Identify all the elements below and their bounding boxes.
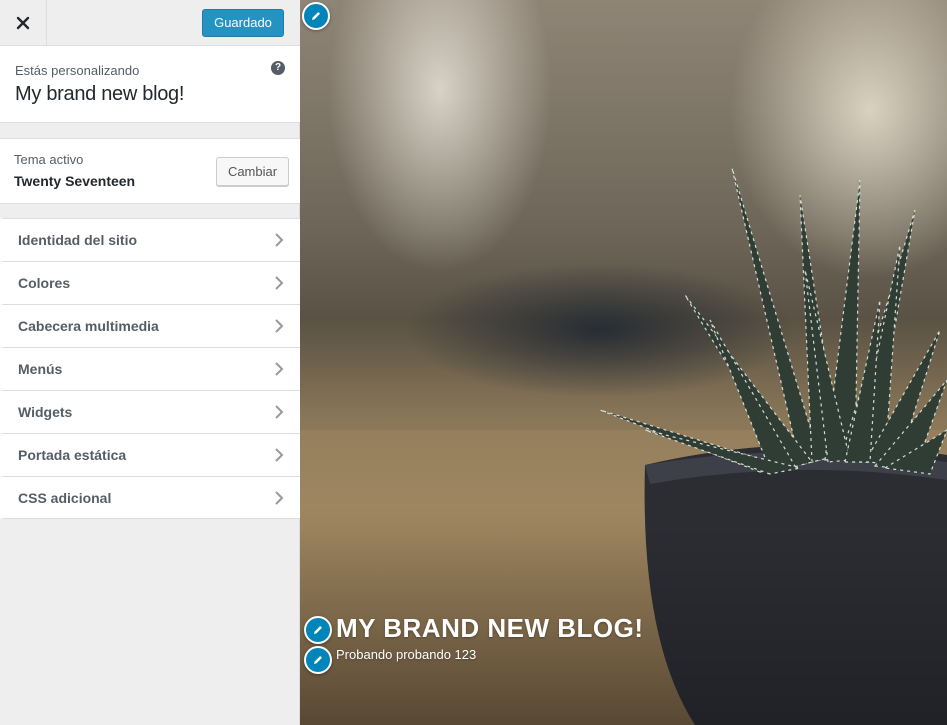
chevron-right-icon [275,233,284,247]
active-theme-label: Tema activo [14,152,84,167]
customizing-label: Estás personalizando [15,63,140,78]
section-label: Colores [18,275,71,291]
site-title[interactable]: MY BRAND NEW BLOG! [336,613,644,644]
edit-menu-shortcut[interactable] [302,2,330,30]
help-icon[interactable]: ? [271,61,285,75]
edit-tagline-shortcut[interactable] [304,646,332,674]
section-widgets[interactable]: Widgets [0,390,300,433]
customizer-sections: Identidad del sitio Colores Cabecera mul… [0,218,300,519]
section-label: Widgets [18,404,73,420]
section-label: Portada estática [18,447,127,463]
chevron-right-icon [275,362,284,376]
pencil-icon [312,12,320,20]
section-menus[interactable]: Menús [0,347,300,390]
change-theme-button[interactable]: Cambiar [216,157,289,186]
chevron-right-icon [275,405,284,419]
section-label: CSS adicional [18,490,112,506]
section-label: Menús [18,361,63,377]
section-label: Cabecera multimedia [18,318,159,334]
site-name: My brand new blog! [15,83,185,105]
chevron-right-icon [275,448,284,462]
active-theme-name: Twenty Seventeen [14,173,136,189]
active-theme-panel: Tema activo Twenty Seventeen Cambiar [0,138,300,204]
save-button[interactable]: Guardado [202,9,284,37]
customizer-info: Estás personalizando My brand new blog! … [0,46,300,123]
section-colors[interactable]: Colores [0,261,300,304]
section-label: Identidad del sitio [18,232,138,248]
section-site-identity[interactable]: Identidad del sitio [0,218,300,261]
site-tagline[interactable]: Probando probando 123 [336,647,476,662]
close-icon [16,16,30,30]
section-static-front-page[interactable]: Portada estática [0,433,300,476]
section-header-media[interactable]: Cabecera multimedia [0,304,300,347]
edit-site-title-shortcut[interactable] [304,616,332,644]
customizer-sidebar: Guardado Estás personalizando My brand n… [0,0,300,725]
chevron-right-icon [275,491,284,505]
close-button[interactable] [0,0,47,46]
customizer-header: Guardado [0,0,300,46]
pencil-icon [314,656,322,664]
chevron-right-icon [275,319,284,333]
site-preview: MY BRAND NEW BLOG! Probando probando 123 [300,0,947,725]
pencil-icon [314,626,322,634]
section-additional-css[interactable]: CSS adicional [0,476,300,519]
chevron-right-icon [275,276,284,290]
